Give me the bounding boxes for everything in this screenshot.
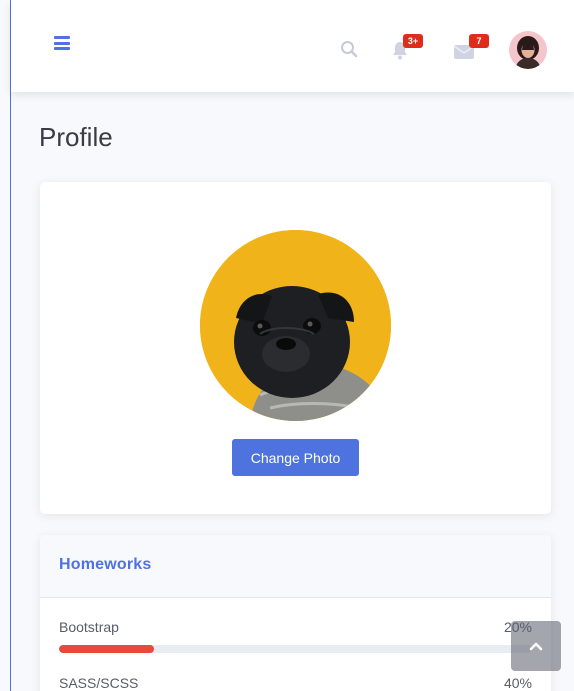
homeworks-card-header: Homeworks [40, 535, 551, 598]
change-photo-button[interactable]: Change Photo [232, 439, 359, 476]
homeworks-title: Homeworks [59, 556, 152, 573]
left-border [10, 0, 11, 691]
progress-item: Bootstrap 20% [59, 619, 532, 653]
alerts-button[interactable]: 3+ [389, 34, 429, 64]
profile-photo [200, 230, 391, 421]
alerts-badge: 3+ [403, 34, 423, 48]
messages-button[interactable]: 7 [451, 34, 491, 64]
page-title: Profile [39, 122, 113, 152]
profile-card: Change Photo [40, 182, 551, 514]
progress-item: SASS/SCSS 40% [59, 675, 532, 691]
menu-toggle-button[interactable] [54, 36, 70, 50]
progress-percent: 40% [503, 675, 532, 691]
scroll-to-top-button[interactable] [511, 621, 561, 671]
user-avatar[interactable] [509, 31, 547, 69]
messages-badge: 7 [469, 34, 489, 48]
progress-fill [59, 645, 154, 653]
progress-label: Bootstrap [59, 619, 119, 635]
progress-label: SASS/SCSS [59, 675, 139, 691]
chevron-up-icon [529, 642, 543, 651]
progress-bar [59, 645, 532, 653]
bars-icon [54, 36, 70, 39]
topbar: 3+ 7 [11, 0, 574, 92]
homeworks-card: Homeworks Bootstrap 20% SASS/SCSS 40% [40, 535, 551, 691]
search-icon[interactable] [340, 40, 358, 58]
